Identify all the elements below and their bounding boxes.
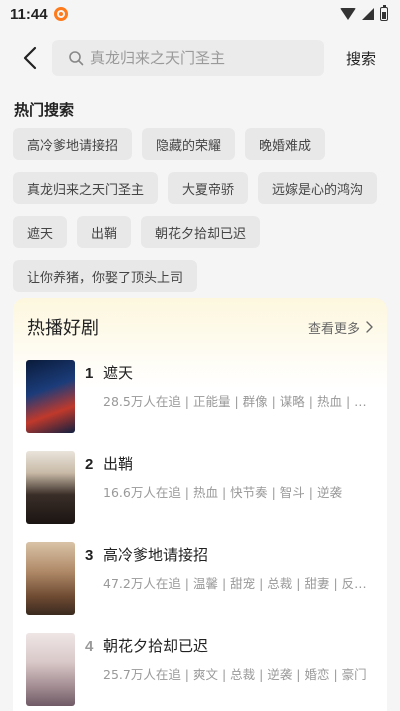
search-icon <box>69 51 84 66</box>
tag-row: 真龙归来之天门圣主 大夏帝骄 远嫁是心的鸿沟 <box>13 172 389 204</box>
search-bar: 搜索 <box>0 40 400 76</box>
trending-item-info: 3 高冷爹地请接招 47.2万人在追 | 温馨 | 甜宠 | 总裁 | 甜妻 |… <box>85 542 375 592</box>
view-more-label: 查看更多 <box>307 321 360 337</box>
drama-meta: 25.7万人在追 | 爽文 | 总裁 | 逆袭 | 婚恋 | 豪门 <box>103 667 367 682</box>
battery-icon <box>380 5 388 21</box>
rank-number: 2 <box>85 456 94 473</box>
trending-item-line: 4 朝花夕拾却已迟 <box>85 635 375 656</box>
status-time: 11:44 <box>10 5 48 23</box>
hot-search-tag[interactable]: 让你养猪，你娶了顶头上司 <box>13 260 198 292</box>
hot-search-tag[interactable]: 隐藏的荣耀 <box>142 128 236 160</box>
status-bar: 11:44 <box>0 0 400 28</box>
trending-item-line: 1 遮天 <box>85 362 375 383</box>
trending-list: 1 遮天 28.5万人在追 | 正能量 | 群像 | 谋略 | 热血 | 智斗 … <box>13 356 387 711</box>
search-input[interactable] <box>90 49 310 67</box>
trending-item-info: 2 出鞘 16.6万人在追 | 热血 | 快节奏 | 智斗 | 逆袭 <box>85 451 375 501</box>
trending-item[interactable]: 4 朝花夕拾却已迟 25.7万人在追 | 爽文 | 总裁 | 逆袭 | 婚恋 |… <box>26 633 387 711</box>
view-more-button[interactable]: 查看更多 <box>308 318 373 337</box>
hot-search-tag[interactable]: 高冷爹地请接招 <box>13 128 133 160</box>
trending-item-info: 1 遮天 28.5万人在追 | 正能量 | 群像 | 谋略 | 热血 | 智斗 <box>85 360 375 410</box>
trending-item-line: 2 出鞘 <box>85 453 375 474</box>
drama-name: 出鞘 <box>103 455 134 473</box>
status-right <box>340 5 388 21</box>
tag-row: 高冷爹地请接招 隐藏的荣耀 晚婚难成 <box>13 128 389 160</box>
drama-name: 高冷爹地请接招 <box>103 546 209 564</box>
signal-icon <box>362 8 374 20</box>
hot-search-tag[interactable]: 朝花夕拾却已迟 <box>141 216 261 248</box>
drama-meta: 47.2万人在追 | 温馨 | 甜宠 | 总裁 | 甜妻 | 反差萌 <box>103 576 375 591</box>
hot-search-tag[interactable]: 大夏帝骄 <box>168 172 249 204</box>
trending-title: 热播好剧 <box>27 318 99 339</box>
rank-number: 1 <box>85 365 94 382</box>
trending-header: 热播好剧 查看更多 <box>13 298 387 356</box>
status-left: 11:44 <box>10 6 68 23</box>
search-button[interactable]: 搜索 <box>346 48 376 69</box>
rank-number: 3 <box>85 547 94 564</box>
hot-search-title: 热门搜索 <box>14 101 75 119</box>
chevron-right-icon <box>366 321 373 333</box>
drama-name: 遮天 <box>103 364 134 382</box>
search-box[interactable] <box>52 40 324 76</box>
wifi-icon <box>340 8 356 20</box>
hot-search-tag[interactable]: 遮天 <box>13 216 68 248</box>
app-notification-icon <box>53 7 68 21</box>
tag-row: 遮天 出鞘 朝花夕拾却已迟 <box>13 216 389 248</box>
hot-search-tags: 高冷爹地请接招 隐藏的荣耀 晚婚难成 真龙归来之天门圣主 大夏帝骄 远嫁是心的鸿… <box>13 128 389 304</box>
trending-item[interactable]: 3 高冷爹地请接招 47.2万人在追 | 温馨 | 甜宠 | 总裁 | 甜妻 |… <box>26 542 387 633</box>
drama-meta: 16.6万人在追 | 热血 | 快节奏 | 智斗 | 逆袭 <box>103 485 342 500</box>
rank-number: 4 <box>85 638 94 655</box>
hot-search-tag[interactable]: 真龙归来之天门圣主 <box>13 172 159 204</box>
drama-poster <box>26 360 75 433</box>
back-button[interactable] <box>8 40 52 76</box>
trending-item[interactable]: 2 出鞘 16.6万人在追 | 热血 | 快节奏 | 智斗 | 逆袭 <box>26 451 387 542</box>
hot-search-tag[interactable]: 晚婚难成 <box>245 128 326 160</box>
drama-meta: 28.5万人在追 | 正能量 | 群像 | 谋略 | 热血 | 智斗 <box>103 394 375 409</box>
drama-poster <box>26 451 75 524</box>
trending-item[interactable]: 1 遮天 28.5万人在追 | 正能量 | 群像 | 谋略 | 热血 | 智斗 <box>26 360 387 451</box>
hot-search-tag[interactable]: 出鞘 <box>77 216 132 248</box>
trending-item-line: 3 高冷爹地请接招 <box>85 544 375 565</box>
trending-card: 热播好剧 查看更多 1 遮天 28.5万人在追 | 正能量 | 群像 | 谋略 … <box>13 298 387 711</box>
tag-row: 让你养猪，你娶了顶头上司 <box>13 260 389 292</box>
chevron-left-icon <box>23 46 37 70</box>
drama-poster <box>26 633 75 706</box>
hot-search-tag[interactable]: 远嫁是心的鸿沟 <box>258 172 378 204</box>
drama-poster <box>26 542 75 615</box>
drama-name: 朝花夕拾却已迟 <box>103 637 209 655</box>
trending-item-info: 4 朝花夕拾却已迟 25.7万人在追 | 爽文 | 总裁 | 逆袭 | 婚恋 |… <box>85 633 375 683</box>
